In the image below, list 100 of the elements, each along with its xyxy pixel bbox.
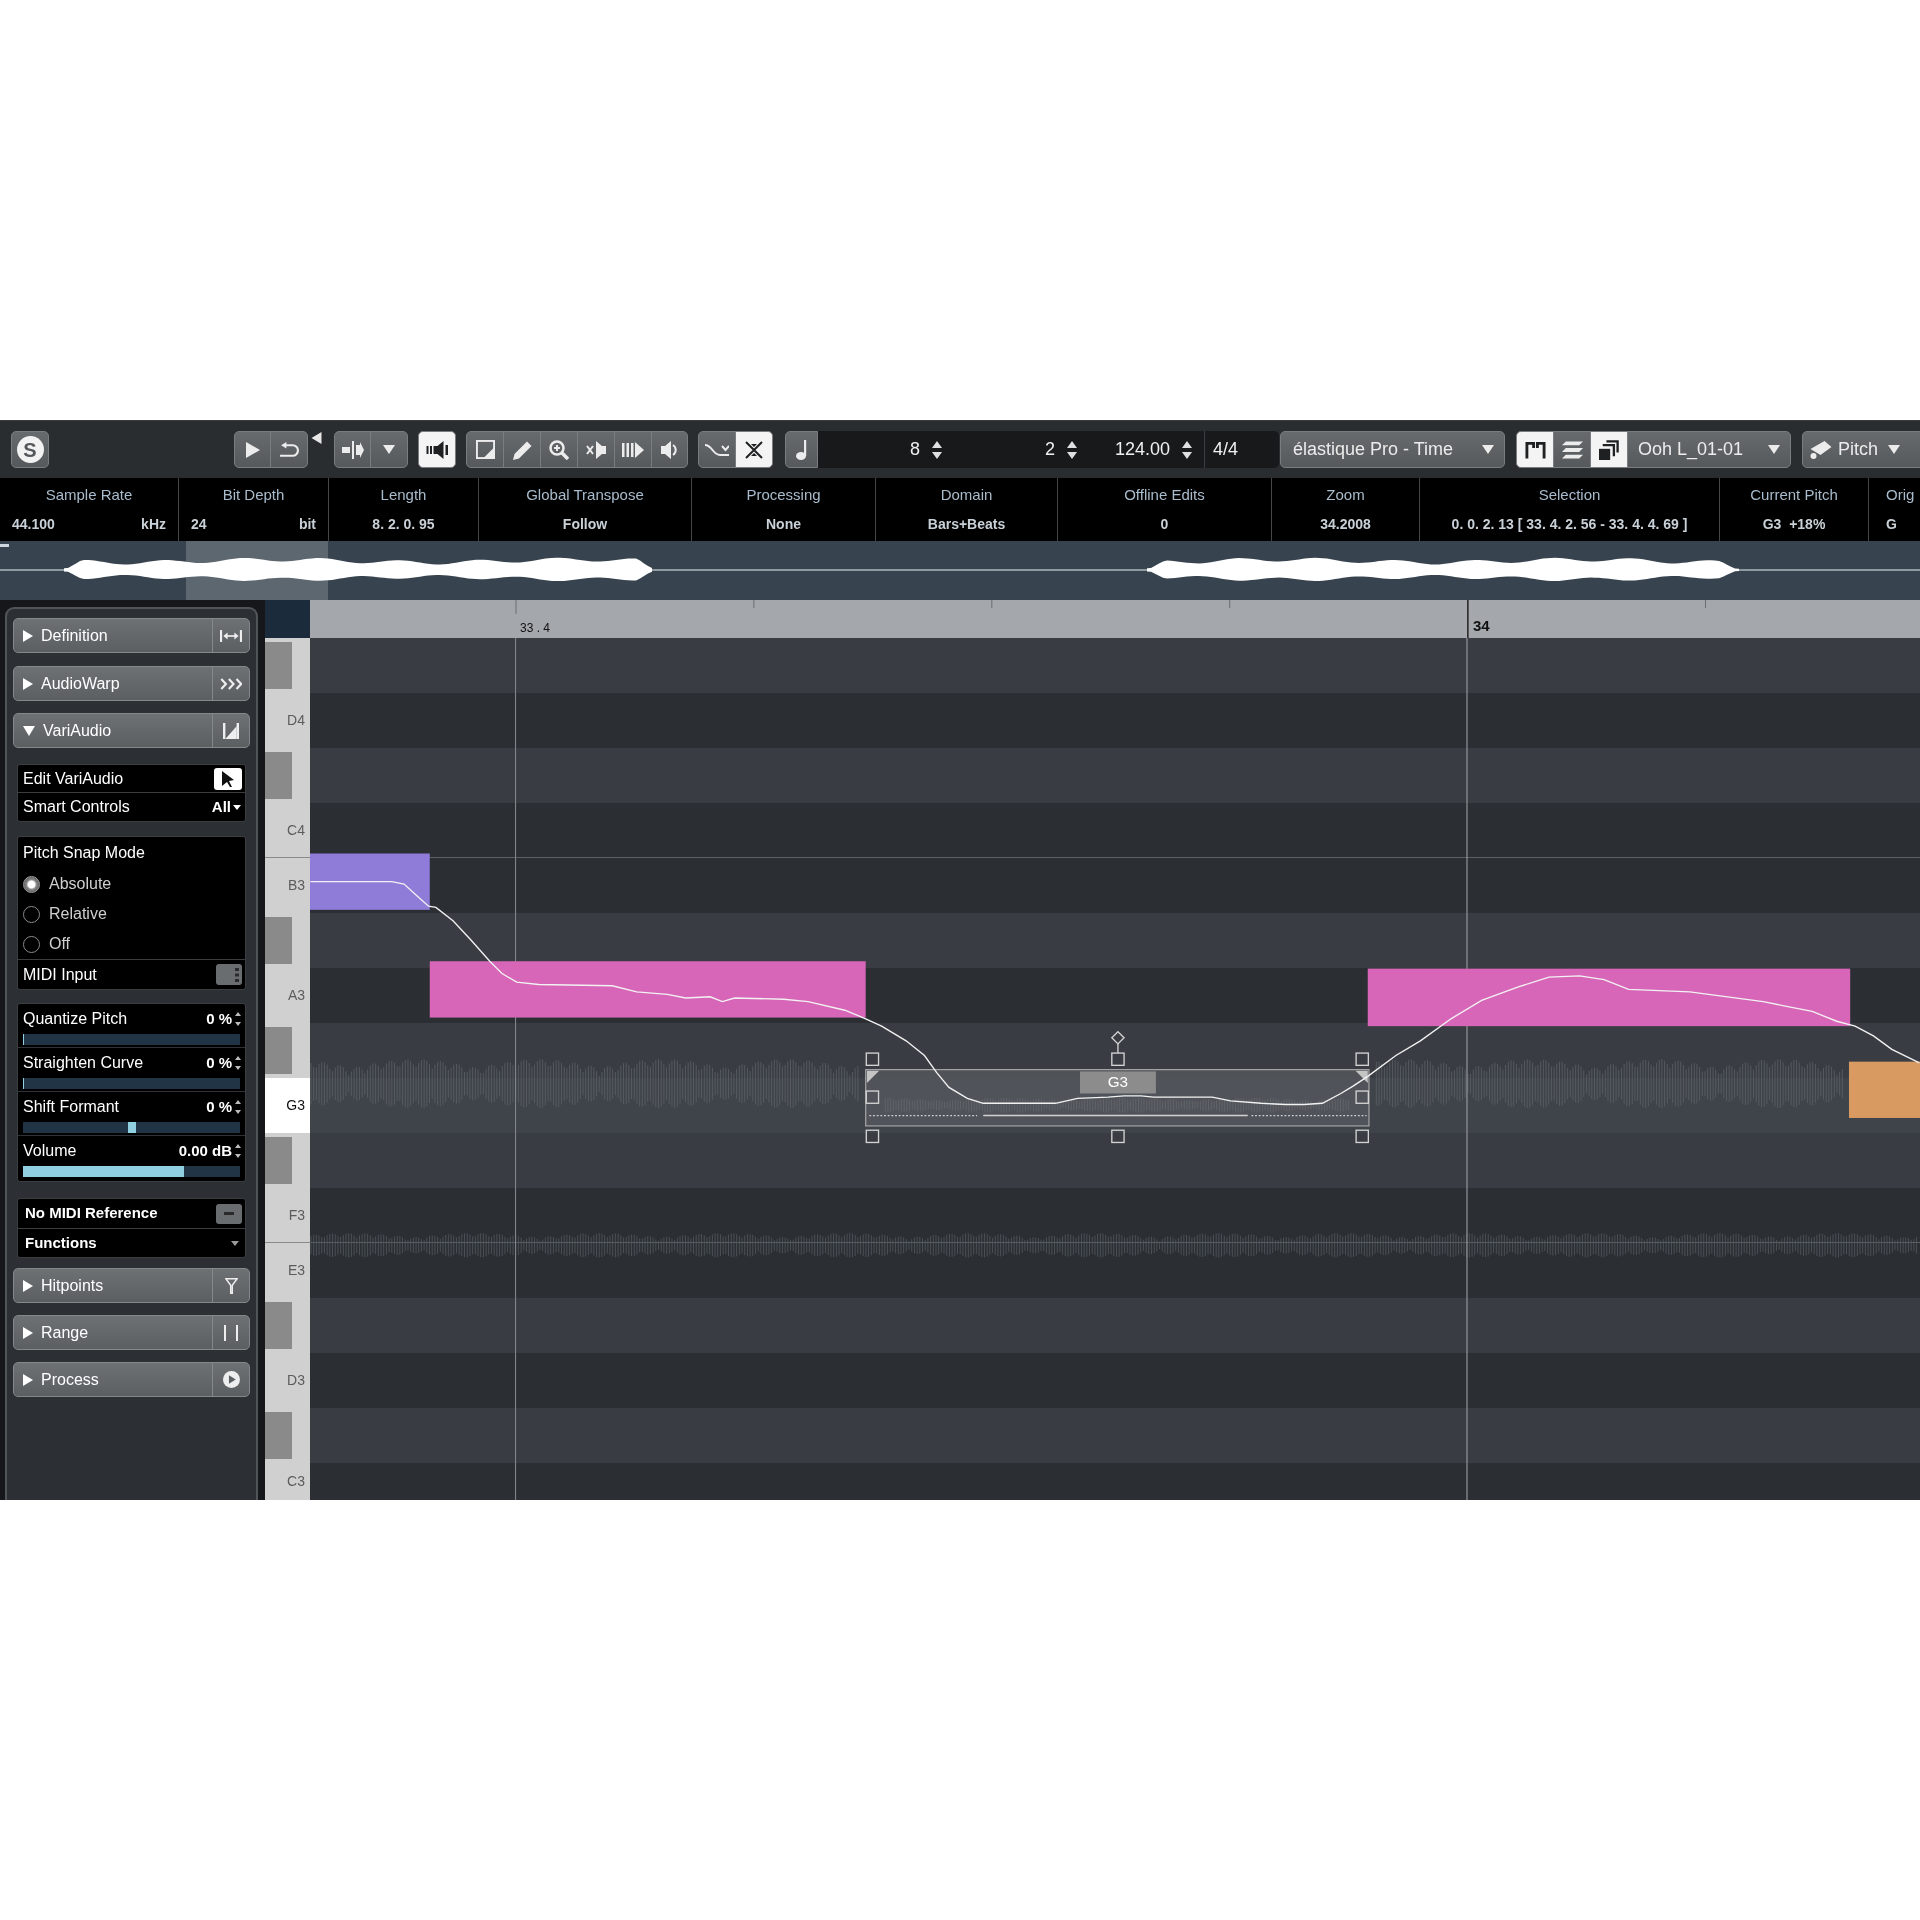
caret-down-icon xyxy=(1482,445,1494,454)
zoom-in-icon xyxy=(549,439,569,460)
loop-button[interactable] xyxy=(270,431,308,468)
algorithm-dropdown[interactable]: élastique Pro - Time xyxy=(1280,431,1505,468)
resize-handle[interactable] xyxy=(1355,1090,1370,1104)
time-signature-field[interactable]: 4/4 xyxy=(1204,431,1279,468)
midi-input-toggle[interactable] xyxy=(216,964,242,985)
functions-dropdown[interactable]: Functions xyxy=(18,1229,245,1257)
resize-handle[interactable] xyxy=(1355,1129,1370,1144)
audition-button[interactable] xyxy=(651,431,688,468)
info-label: Orig xyxy=(1886,486,1915,504)
triangle-down-icon xyxy=(23,725,35,736)
note-block[interactable] xyxy=(310,853,430,910)
two-bars-icon xyxy=(223,1324,239,1341)
section-toggle[interactable]: AudioWarp xyxy=(14,667,212,700)
info-unit: bit xyxy=(298,516,316,533)
section-toggle[interactable]: Range xyxy=(14,1316,212,1349)
info-value: G xyxy=(1886,516,1897,533)
spin-arrows-icon xyxy=(235,1012,241,1026)
split-button[interactable] xyxy=(334,431,371,468)
layers-button[interactable] xyxy=(1553,431,1591,468)
note-block[interactable] xyxy=(429,961,866,1018)
speaker-button[interactable] xyxy=(418,431,456,468)
warp-button[interactable] xyxy=(614,431,652,468)
note-value-button[interactable] xyxy=(785,431,818,468)
draw-button[interactable] xyxy=(503,431,541,468)
resize-handle[interactable] xyxy=(1111,1129,1125,1144)
setting-label: MIDI Input xyxy=(23,964,97,985)
cross-tool-button[interactable] xyxy=(735,431,773,468)
info-value: 0 xyxy=(1160,516,1169,533)
piano-key[interactable]: G3 xyxy=(265,1078,310,1133)
section-toggle[interactable]: Hitpoints xyxy=(14,1269,212,1302)
mute-speaker-icon xyxy=(586,440,606,459)
field-value: 8 xyxy=(910,438,920,461)
section-toggle[interactable]: VariAudio xyxy=(14,714,212,747)
section-toggle[interactable]: Definition xyxy=(14,619,212,652)
corner-marker-icon xyxy=(1355,1070,1368,1084)
overview-track[interactable] xyxy=(0,541,1920,600)
caret-down-icon xyxy=(1888,445,1901,454)
setting-label: Smart Controls xyxy=(23,797,130,817)
zoom-button[interactable] xyxy=(540,431,578,468)
info-value: None xyxy=(766,516,801,533)
slider-track[interactable] xyxy=(23,1078,240,1089)
edit-mode-button[interactable] xyxy=(214,767,242,790)
resize-handle[interactable] xyxy=(865,1090,880,1104)
bracket-icon xyxy=(1524,440,1546,459)
slider-track[interactable] xyxy=(23,1122,240,1133)
ruler-label: 34 xyxy=(1473,616,1490,636)
info-label: Current Pitch xyxy=(1750,486,1838,504)
bracket-button[interactable] xyxy=(1516,431,1554,468)
field-value: 4/4 xyxy=(1213,438,1239,461)
parameter-label: Straighten Curve xyxy=(23,1053,144,1073)
triangle-right-icon xyxy=(23,1326,33,1339)
cross-arrows-icon xyxy=(744,439,764,460)
timeline-ruler[interactable]: 33 . 4 34 xyxy=(310,600,1920,638)
fit-width-icon xyxy=(220,629,242,642)
tool-dropdown[interactable]: Pitch xyxy=(1802,431,1920,468)
marker-icon xyxy=(311,432,322,444)
object-select-button[interactable] xyxy=(466,431,504,468)
radio-option[interactable]: Relative xyxy=(18,899,107,929)
resize-handle[interactable] xyxy=(1355,1052,1370,1066)
grid-value-field[interactable]: 8 xyxy=(818,431,952,468)
info-value: 24 xyxy=(191,516,207,533)
info-value: 0. 0. 2. 13 [ 33. 4. 2. 56 - 33. 4. 4. 69 ] xyxy=(1451,516,1688,533)
length-value-field[interactable]: 2 xyxy=(952,431,1082,468)
curve-button[interactable] xyxy=(698,431,736,468)
tempo-field[interactable]: 124.00 xyxy=(1082,431,1204,468)
mute-button[interactable] xyxy=(577,431,615,468)
smart-controls-dropdown[interactable]: All xyxy=(211,795,241,819)
radio-option[interactable]: Off xyxy=(18,929,71,959)
caret-down-icon xyxy=(383,445,395,454)
note-block[interactable] xyxy=(1367,968,1851,1027)
radio-option[interactable]: Absolute xyxy=(18,869,112,899)
split-menu-button[interactable] xyxy=(370,431,408,468)
resize-handle[interactable] xyxy=(865,1129,880,1144)
stack-button[interactable] xyxy=(1590,431,1628,468)
event-dropdown[interactable]: Ooh L_01-01 xyxy=(1627,431,1791,468)
info-label: Length xyxy=(380,486,427,504)
info-label: Offline Edits xyxy=(1124,486,1205,504)
split-arrow-icon xyxy=(341,440,364,459)
parameter-label: Volume xyxy=(23,1141,77,1161)
resize-handle[interactable] xyxy=(1111,1052,1125,1066)
minus-icon xyxy=(224,1212,234,1215)
caret-down-icon xyxy=(233,804,241,810)
slider-thumb[interactable] xyxy=(127,1122,136,1133)
field-value: 124.00 xyxy=(1114,438,1170,461)
resize-handle[interactable] xyxy=(865,1052,880,1066)
slider-track[interactable] xyxy=(23,1166,240,1177)
section-toggle[interactable]: Process xyxy=(14,1363,212,1396)
corner-marker-icon xyxy=(866,1070,880,1084)
setting-label: No MIDI Reference xyxy=(25,1203,158,1224)
pitch-handle[interactable] xyxy=(1110,1030,1125,1054)
overview-marker xyxy=(0,544,9,547)
stacked-squares-icon xyxy=(1599,439,1619,460)
ruler-label: 33 . 4 xyxy=(520,620,551,637)
slider-track[interactable] xyxy=(23,1034,240,1045)
caret-down-icon xyxy=(1768,445,1780,454)
logo-button[interactable]: S xyxy=(11,431,49,468)
midi-reference-button[interactable] xyxy=(216,1203,242,1224)
play-button[interactable] xyxy=(234,431,271,468)
